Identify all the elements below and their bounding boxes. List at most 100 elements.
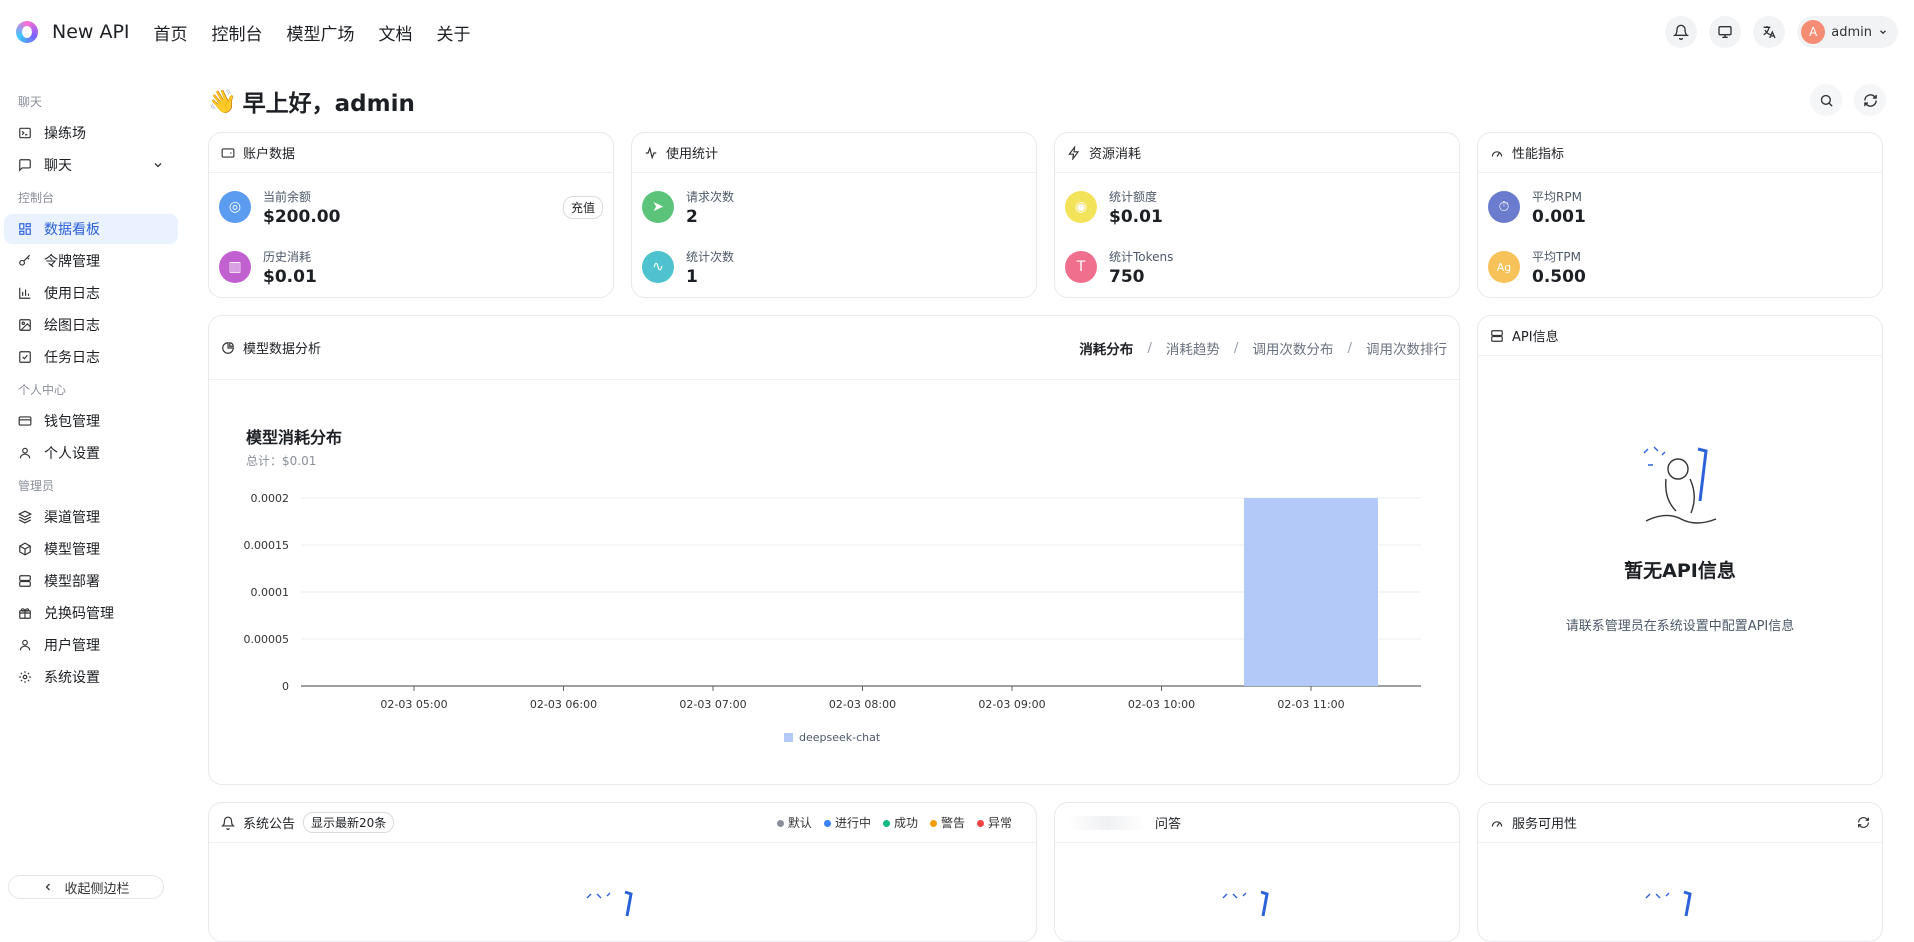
spent-value: $0.01: [263, 266, 317, 287]
key-icon: [19, 254, 31, 266]
status-legend: 默认 进行中 成功 警告 异常: [776, 814, 1012, 831]
sidebar-item-users[interactable]: 用户管理: [4, 630, 178, 660]
nav-console[interactable]: 控制台: [212, 20, 263, 45]
sidebar-group-console: 控制台: [18, 190, 55, 205]
sidebar-item-tokens[interactable]: 令牌管理: [4, 246, 178, 276]
quota-value: $0.01: [1109, 206, 1163, 227]
refresh-icon[interactable]: [1857, 816, 1870, 829]
requests-value: 2: [686, 206, 698, 227]
chevron-left-icon: [46, 883, 51, 891]
sidebar-item-models[interactable]: 模型管理: [4, 534, 178, 564]
sidebar-item-dashboard[interactable]: 数据看板: [4, 214, 178, 244]
announcements-card: 系统公告 显示最新20条 默认 进行中 成功 警告 异常: [208, 802, 1037, 942]
wave-emoji: 👋: [208, 88, 237, 115]
recharge-button[interactable]: 充值: [562, 195, 603, 219]
language-button[interactable]: [1753, 16, 1786, 48]
refresh-button[interactable]: [1854, 84, 1886, 116]
greeting-text: 早上好，admin: [242, 91, 415, 117]
latest-20-badge[interactable]: 显示最新20条: [303, 812, 395, 833]
card-title: 问答: [1155, 817, 1182, 832]
sidebar-item-label: 操练场: [44, 126, 86, 142]
chart-icon: ▥: [219, 251, 251, 283]
count-row: ∿ 统计次数 1: [632, 237, 1036, 297]
tpm-label: 平均TPM: [1532, 249, 1581, 264]
user-menu[interactable]: A admin: [1797, 16, 1898, 48]
x-tick-label: 02-03 07:00: [679, 698, 746, 711]
sidebar-item-usage-log[interactable]: 使用日志: [4, 278, 178, 308]
chevron-down-icon[interactable]: [152, 159, 164, 171]
logo-icon[interactable]: [16, 21, 38, 43]
top-right-actions: A admin: [1665, 16, 1898, 48]
sidebar-item-chat[interactable]: 聊天: [4, 150, 178, 180]
nav-docs[interactable]: 文档: [379, 20, 413, 45]
user-icon: [19, 447, 31, 459]
wallet-icon: [221, 147, 235, 158]
card-header: 系统公告 显示最新20条 默认 进行中 成功 警告 异常: [209, 803, 1036, 843]
card-title: 账户数据: [243, 147, 296, 162]
x-tick-label: 02-03 05:00: [380, 698, 447, 711]
sidebar-item-redeem-codes[interactable]: 兑换码管理: [4, 598, 178, 628]
card-header: API信息: [1478, 316, 1882, 356]
sidebar-item-label: 用户管理: [44, 638, 100, 654]
y-tick-label: 0: [282, 680, 289, 693]
legend-in-progress: 进行中: [823, 814, 871, 831]
sidebar-item-label: 绘图日志: [44, 318, 100, 334]
sidebar-item-channels[interactable]: 渠道管理: [4, 502, 178, 532]
notification-bell-button[interactable]: [1665, 16, 1698, 48]
spent-row: ▥ 历史消耗 $0.01: [209, 237, 613, 297]
y-tick-label: 0.0002: [251, 492, 290, 505]
faq-card: 问答: [1054, 802, 1460, 942]
pulse-icon: ∿: [642, 251, 674, 283]
avatar: A: [1801, 20, 1826, 44]
search-icon: [1820, 94, 1833, 107]
balance-value: $200.00: [263, 206, 341, 227]
empty-subtitle: 请联系管理员在系统设置中配置API信息: [1565, 619, 1795, 634]
image-icon: [19, 319, 31, 331]
bar: [1244, 498, 1378, 686]
sidebar-item-label: 任务日志: [44, 350, 100, 366]
x-tick-label: 02-03 08:00: [829, 698, 896, 711]
zap-icon: [1068, 145, 1080, 160]
quota-row: ◉ 统计额度 $0.01: [1055, 177, 1459, 237]
requests-label: 请求次数: [686, 189, 735, 204]
card-header: 使用统计: [632, 133, 1036, 173]
sidebar-item-profile[interactable]: 个人设置: [4, 438, 178, 468]
legend-label: deepseek-chat: [799, 731, 881, 744]
y-tick-label: 0.00005: [244, 633, 290, 646]
layers-icon: [18, 510, 32, 524]
card-title: 系统公告: [243, 817, 296, 832]
sidebar-item-deployment[interactable]: 模型部署: [4, 566, 178, 596]
spent-label: 历史消耗: [263, 249, 312, 264]
sidebar: 聊天 操练场 聊天 控制台 数据看板 令牌管理 使用日志 绘图日志 任务日志 个…: [0, 64, 186, 911]
card-header: 资源消耗: [1055, 133, 1459, 173]
collapse-sidebar-button[interactable]: 收起侧边栏: [8, 875, 164, 899]
bell-icon: [221, 816, 235, 830]
stopwatch-icon: ⏱: [1488, 191, 1520, 223]
nav-home[interactable]: 首页: [154, 20, 188, 45]
sidebar-item-drawing-log[interactable]: 绘图日志: [4, 310, 178, 340]
tokens-row: T 统计Tokens 750: [1055, 237, 1459, 297]
nav-model-market[interactable]: 模型广场: [287, 20, 355, 45]
server-icon: [19, 575, 31, 587]
sidebar-item-task-log[interactable]: 任务日志: [4, 342, 178, 372]
performance-card: 性能指标 ⏱ 平均RPM 0.001 Ag 平均TPM 0.500: [1477, 132, 1883, 298]
sidebar-item-wallet[interactable]: 钱包管理: [4, 406, 178, 436]
tokens-label: 统计Tokens: [1109, 249, 1174, 264]
legend-default: 默认: [776, 814, 812, 831]
rpm-label: 平均RPM: [1532, 189, 1582, 204]
theme-toggle-button[interactable]: [1709, 16, 1742, 48]
brand-name[interactable]: New API: [52, 21, 130, 43]
card-header: 问答: [1055, 803, 1459, 843]
translate-icon: [1763, 26, 1776, 39]
rpm-value: 0.001: [1532, 206, 1586, 227]
user-icon: [19, 639, 31, 651]
search-button[interactable]: [1810, 84, 1842, 116]
sidebar-item-label: 聊天: [44, 158, 72, 174]
requests-row: ➤ 请求次数 2: [632, 177, 1036, 237]
nav-about[interactable]: 关于: [437, 20, 471, 45]
y-tick-label: 0.00015: [244, 539, 290, 552]
tpm-value: 0.500: [1532, 266, 1586, 287]
blurred-region: [1067, 815, 1147, 830]
sidebar-item-settings[interactable]: 系统设置: [4, 662, 178, 692]
sidebar-item-playground[interactable]: 操练场: [4, 118, 178, 148]
